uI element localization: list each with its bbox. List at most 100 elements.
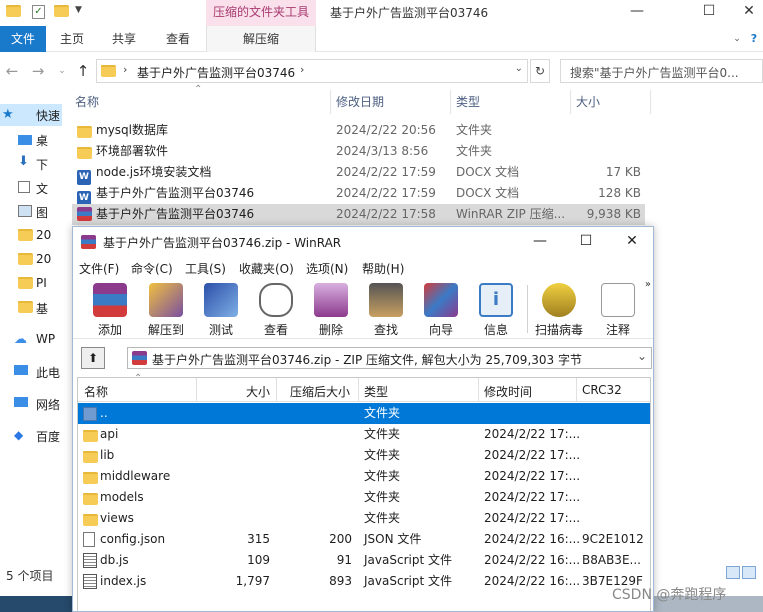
column-divider[interactable]	[196, 378, 197, 402]
file-row[interactable]: W node.js环境安装文档 2024/2/22 17:59 DOCX 文档 …	[72, 162, 645, 185]
nav-item-pictures[interactable]: 图	[0, 201, 62, 223]
up-arrow-icon[interactable]: ↑	[73, 60, 93, 82]
ribbon-tabs: 文件 主页 共享 查看 解压缩 ⌄ ?	[0, 26, 763, 52]
nav-item-folder-2[interactable]: 20	[0, 249, 62, 271]
large-icons-view-icon[interactable]	[742, 566, 756, 579]
refresh-icon[interactable]: ↻	[530, 59, 550, 83]
close-icon[interactable]: ✕	[609, 227, 653, 257]
search-input[interactable]: 搜索"基于户外广告监测平台0...	[560, 59, 763, 83]
quick-access-dropdown-icon[interactable]: ▼	[75, 5, 91, 21]
test-button[interactable]: 测试	[193, 281, 249, 337]
extract-to-button[interactable]: 解压到	[138, 281, 194, 337]
column-type[interactable]: 类型	[456, 90, 480, 114]
archive-row[interactable]: .. 文件夹	[78, 403, 650, 424]
wizard-button[interactable]: 向导	[413, 281, 469, 337]
minimize-icon[interactable]: —	[517, 227, 563, 257]
menu-commands[interactable]: 命令(C)	[131, 260, 173, 277]
properties-check-icon[interactable]: ✓	[32, 5, 45, 19]
column-type[interactable]: 类型	[364, 383, 388, 400]
tab-view[interactable]: 查看	[158, 26, 198, 52]
column-divider[interactable]	[276, 378, 277, 402]
recent-dropdown-icon[interactable]: ⌄	[52, 60, 72, 82]
forward-arrow-icon[interactable]: →	[28, 60, 48, 82]
column-divider[interactable]	[330, 90, 331, 114]
status-bar-text: 5 个项目	[6, 569, 54, 583]
close-icon[interactable]: ✕	[726, 0, 763, 26]
archive-row[interactable]: config.json 315 200 JSON 文件 2024/2/22 16…	[78, 529, 650, 550]
info-button[interactable]: i 信息	[468, 281, 524, 337]
file-row[interactable]: 基于户外广告监测平台03746 2024/2/22 17:58 WinRAR Z…	[72, 204, 645, 225]
column-modified[interactable]: 修改时间	[484, 383, 532, 400]
details-view-icon[interactable]	[726, 566, 740, 579]
ribbon-expand-icon[interactable]: ⌄	[730, 26, 744, 52]
nav-item-downloads[interactable]: ⬇ 下	[0, 153, 62, 175]
winrar-archive-icon	[132, 351, 147, 368]
file-row[interactable]: mysql数据库 2024/2/22 20:56 文件夹	[72, 120, 645, 141]
column-size[interactable]: 大小	[246, 383, 270, 400]
menu-tools[interactable]: 工具(S)	[185, 260, 226, 277]
column-divider[interactable]	[450, 90, 451, 114]
archive-row[interactable]: lib 文件夹 2024/2/22 17:...	[78, 445, 650, 466]
menu-help[interactable]: 帮助(H)	[362, 260, 404, 277]
menu-file[interactable]: 文件(F)	[79, 260, 119, 277]
tab-share[interactable]: 共享	[104, 26, 144, 52]
add-button[interactable]: 添加	[82, 281, 138, 337]
column-name[interactable]: 名称	[75, 90, 99, 114]
tab-home[interactable]: 主页	[52, 26, 92, 52]
menu-options[interactable]: 选项(N)	[306, 260, 348, 277]
column-divider[interactable]	[358, 378, 359, 402]
archive-row[interactable]: db.js 109 91 JavaScript 文件 2024/2/22 16:…	[78, 550, 650, 571]
address-dropdown-icon[interactable]: ⌄	[515, 63, 523, 74]
archive-path-dropdown[interactable]: 基于户外广告监测平台03746.zip - ZIP 压缩文件, 解包大小为 25…	[127, 347, 652, 369]
new-folder-icon[interactable]	[54, 5, 70, 21]
chevron-down-icon[interactable]: ⌄	[637, 349, 647, 363]
column-divider[interactable]	[570, 90, 571, 114]
address-bar[interactable]: › 基于户外广告监测平台03746 › ⌄	[96, 59, 528, 83]
nav-item-folder-4[interactable]: 基	[0, 297, 62, 319]
menu-favorites[interactable]: 收藏夹(O)	[239, 260, 294, 277]
delete-button[interactable]: 删除	[303, 281, 359, 337]
help-icon[interactable]: ?	[746, 26, 762, 52]
column-packed[interactable]: 压缩后大小	[290, 383, 350, 400]
breadcrumb[interactable]: 基于户外广告监测平台03746	[137, 64, 295, 81]
back-arrow-icon[interactable]: ←	[2, 60, 22, 82]
window-title: 基于户外广告监测平台03746	[330, 6, 489, 20]
column-date[interactable]: 修改日期	[336, 90, 384, 114]
nav-item-baidu[interactable]: ◆ 百度	[0, 425, 62, 447]
column-size[interactable]: 大小	[576, 90, 600, 114]
archive-row[interactable]: models 文件夹 2024/2/22 17:...	[78, 487, 650, 508]
archive-row[interactable]: views 文件夹 2024/2/22 17:...	[78, 508, 650, 529]
breadcrumb-separator-icon: ›	[123, 63, 128, 76]
column-name[interactable]: 名称	[84, 383, 108, 400]
tab-file[interactable]: 文件	[0, 26, 46, 52]
archive-row[interactable]: api 文件夹 2024/2/22 17:...	[78, 424, 650, 445]
column-crc[interactable]: CRC32	[582, 383, 622, 397]
view-button[interactable]: 查看	[248, 281, 304, 337]
column-divider[interactable]	[576, 378, 577, 402]
nav-item-wps[interactable]: ☁ WP	[0, 329, 62, 351]
nav-item-folder-3[interactable]: PI	[0, 273, 62, 295]
breadcrumb-chevron-icon[interactable]: ›	[300, 63, 304, 76]
archive-row[interactable]: middleware 文件夹 2024/2/22 17:...	[78, 466, 650, 487]
file-row[interactable]: 环境部署软件 2024/3/13 8:56 文件夹	[72, 141, 645, 162]
tab-extract[interactable]: 解压缩	[206, 26, 316, 52]
up-one-level-button[interactable]: ⬆	[81, 347, 105, 369]
nav-item-quick-access[interactable]: ★ 快速	[0, 104, 62, 126]
nav-item-this-pc[interactable]: 此电	[0, 361, 62, 383]
virus-scan-button[interactable]: 扫描病毒	[531, 281, 587, 337]
nav-item-desktop[interactable]: 桌	[0, 129, 62, 151]
test-icon	[204, 283, 238, 317]
nav-item-documents[interactable]: 文	[0, 177, 62, 199]
maximize-icon[interactable]: ☐	[563, 227, 609, 257]
find-button[interactable]: 查找	[358, 281, 414, 337]
view-toggle[interactable]	[726, 566, 763, 582]
column-divider[interactable]	[478, 378, 479, 402]
toolbar-overflow-icon[interactable]: »	[645, 279, 651, 290]
file-row[interactable]: W 基于户外广告监测平台03746 2024/2/22 17:59 DOCX 文…	[72, 183, 645, 206]
archive-row[interactable]: index.js 1,797 893 JavaScript 文件 2024/2/…	[78, 571, 650, 592]
nav-item-network[interactable]: 网络	[0, 393, 62, 415]
column-divider[interactable]	[650, 90, 651, 114]
nav-item-folder-1[interactable]: 20	[0, 225, 62, 247]
comment-button[interactable]: 注释	[590, 281, 646, 337]
minimize-icon[interactable]: —	[614, 0, 660, 26]
